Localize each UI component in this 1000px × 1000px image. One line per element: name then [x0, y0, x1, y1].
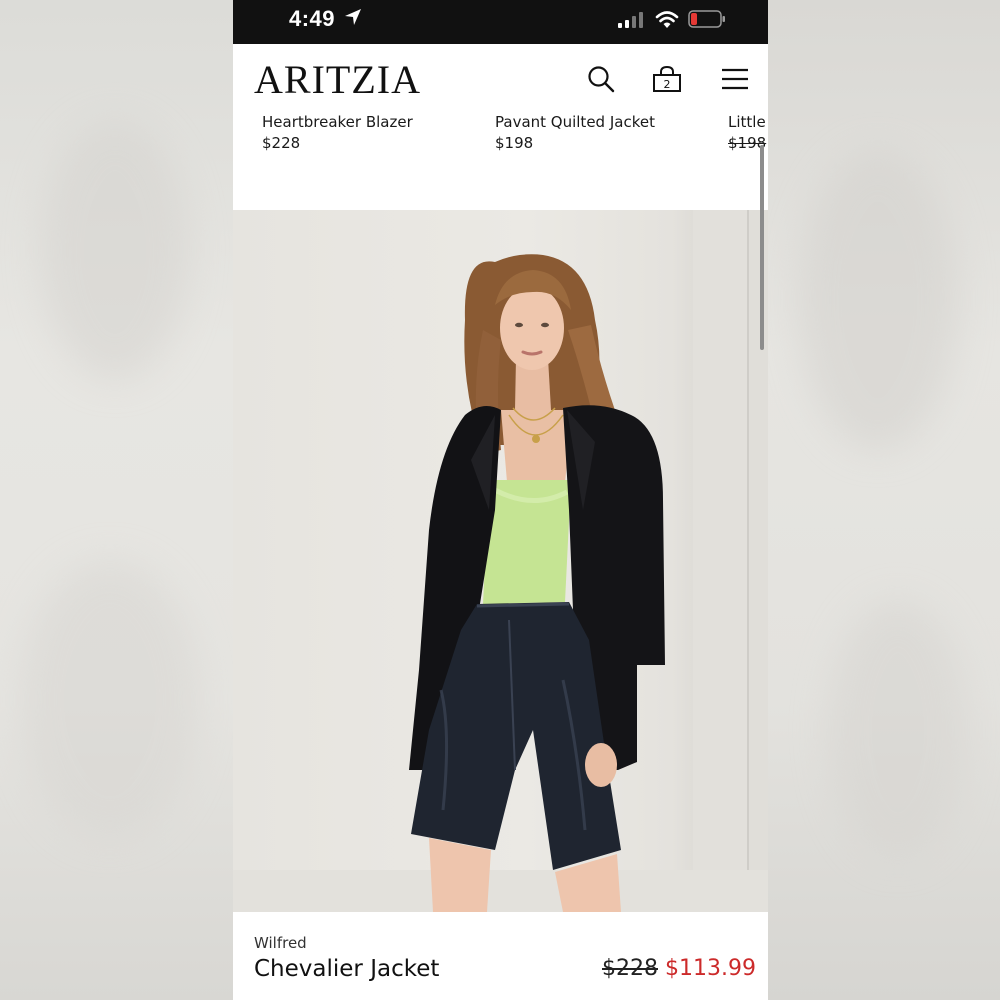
scrollbar[interactable] — [760, 145, 764, 350]
status-time: 4:49 — [289, 6, 336, 31]
status-bar: 4:49 — [233, 0, 768, 44]
carousel-item[interactable]: Pavant Quilted Jacket $198 — [495, 113, 655, 152]
carousel-item[interactable]: Heartbreaker Blazer $228 — [262, 113, 413, 152]
product-info: Wilfred Chevalier Jacket $228 $113.99 — [233, 912, 768, 1000]
carousel-item-price: $198 — [495, 134, 534, 152]
shopping-bag-icon[interactable]: 2 — [652, 64, 682, 94]
carousel-item-name: Heartbreaker Blazer — [262, 113, 413, 131]
cart-count: 2 — [664, 78, 671, 91]
battery-icon — [688, 10, 725, 28]
carousel-item-name: Pavant Quilted Jacket — [495, 113, 655, 131]
product-carousel[interactable]: Heartbreaker Blazer $228 Pavant Quilted … — [233, 104, 768, 210]
wifi-icon — [655, 11, 679, 28]
background-right — [768, 0, 1000, 1000]
product-photo[interactable] — [233, 210, 768, 912]
location-arrow-icon — [345, 9, 361, 25]
search-icon[interactable] — [586, 64, 616, 94]
model-illustration — [233, 210, 768, 912]
original-price: $228 — [602, 956, 658, 981]
menu-icon[interactable] — [720, 64, 750, 94]
product-brand[interactable]: Wilfred — [254, 934, 307, 952]
product-name[interactable]: Chevalier Jacket — [254, 956, 439, 982]
carousel-item-price: $228 — [262, 134, 301, 152]
sale-price: $113.99 — [665, 956, 756, 981]
background-left — [0, 0, 233, 1000]
brand-logo[interactable]: ARITZIA — [254, 56, 421, 103]
carousel-item-name: Little — [728, 113, 766, 131]
phone-screen: 4:49 ARITZIA 2 Heartbreaker Blazer $228 … — [233, 0, 768, 1000]
signal-icon — [618, 12, 643, 28]
